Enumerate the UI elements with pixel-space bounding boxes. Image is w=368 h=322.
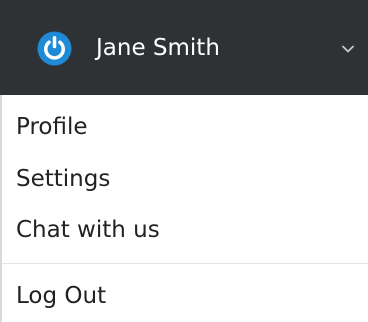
user-menu-toggle[interactable]: Jane Smith	[0, 0, 368, 95]
menu-item-profile[interactable]: Profile	[16, 111, 88, 143]
menu-item-settings[interactable]: Settings	[16, 163, 110, 195]
menu-divider	[2, 263, 368, 264]
power-icon	[37, 31, 72, 66]
user-name: Jane Smith	[96, 35, 220, 61]
chevron-down-icon	[342, 45, 354, 53]
menu-item-chat-with-us[interactable]: Chat with us	[16, 214, 160, 246]
menu-item-log-out[interactable]: Log Out	[16, 280, 106, 312]
user-dropdown-menu: Profile Settings Chat with us Log Out	[0, 95, 368, 322]
